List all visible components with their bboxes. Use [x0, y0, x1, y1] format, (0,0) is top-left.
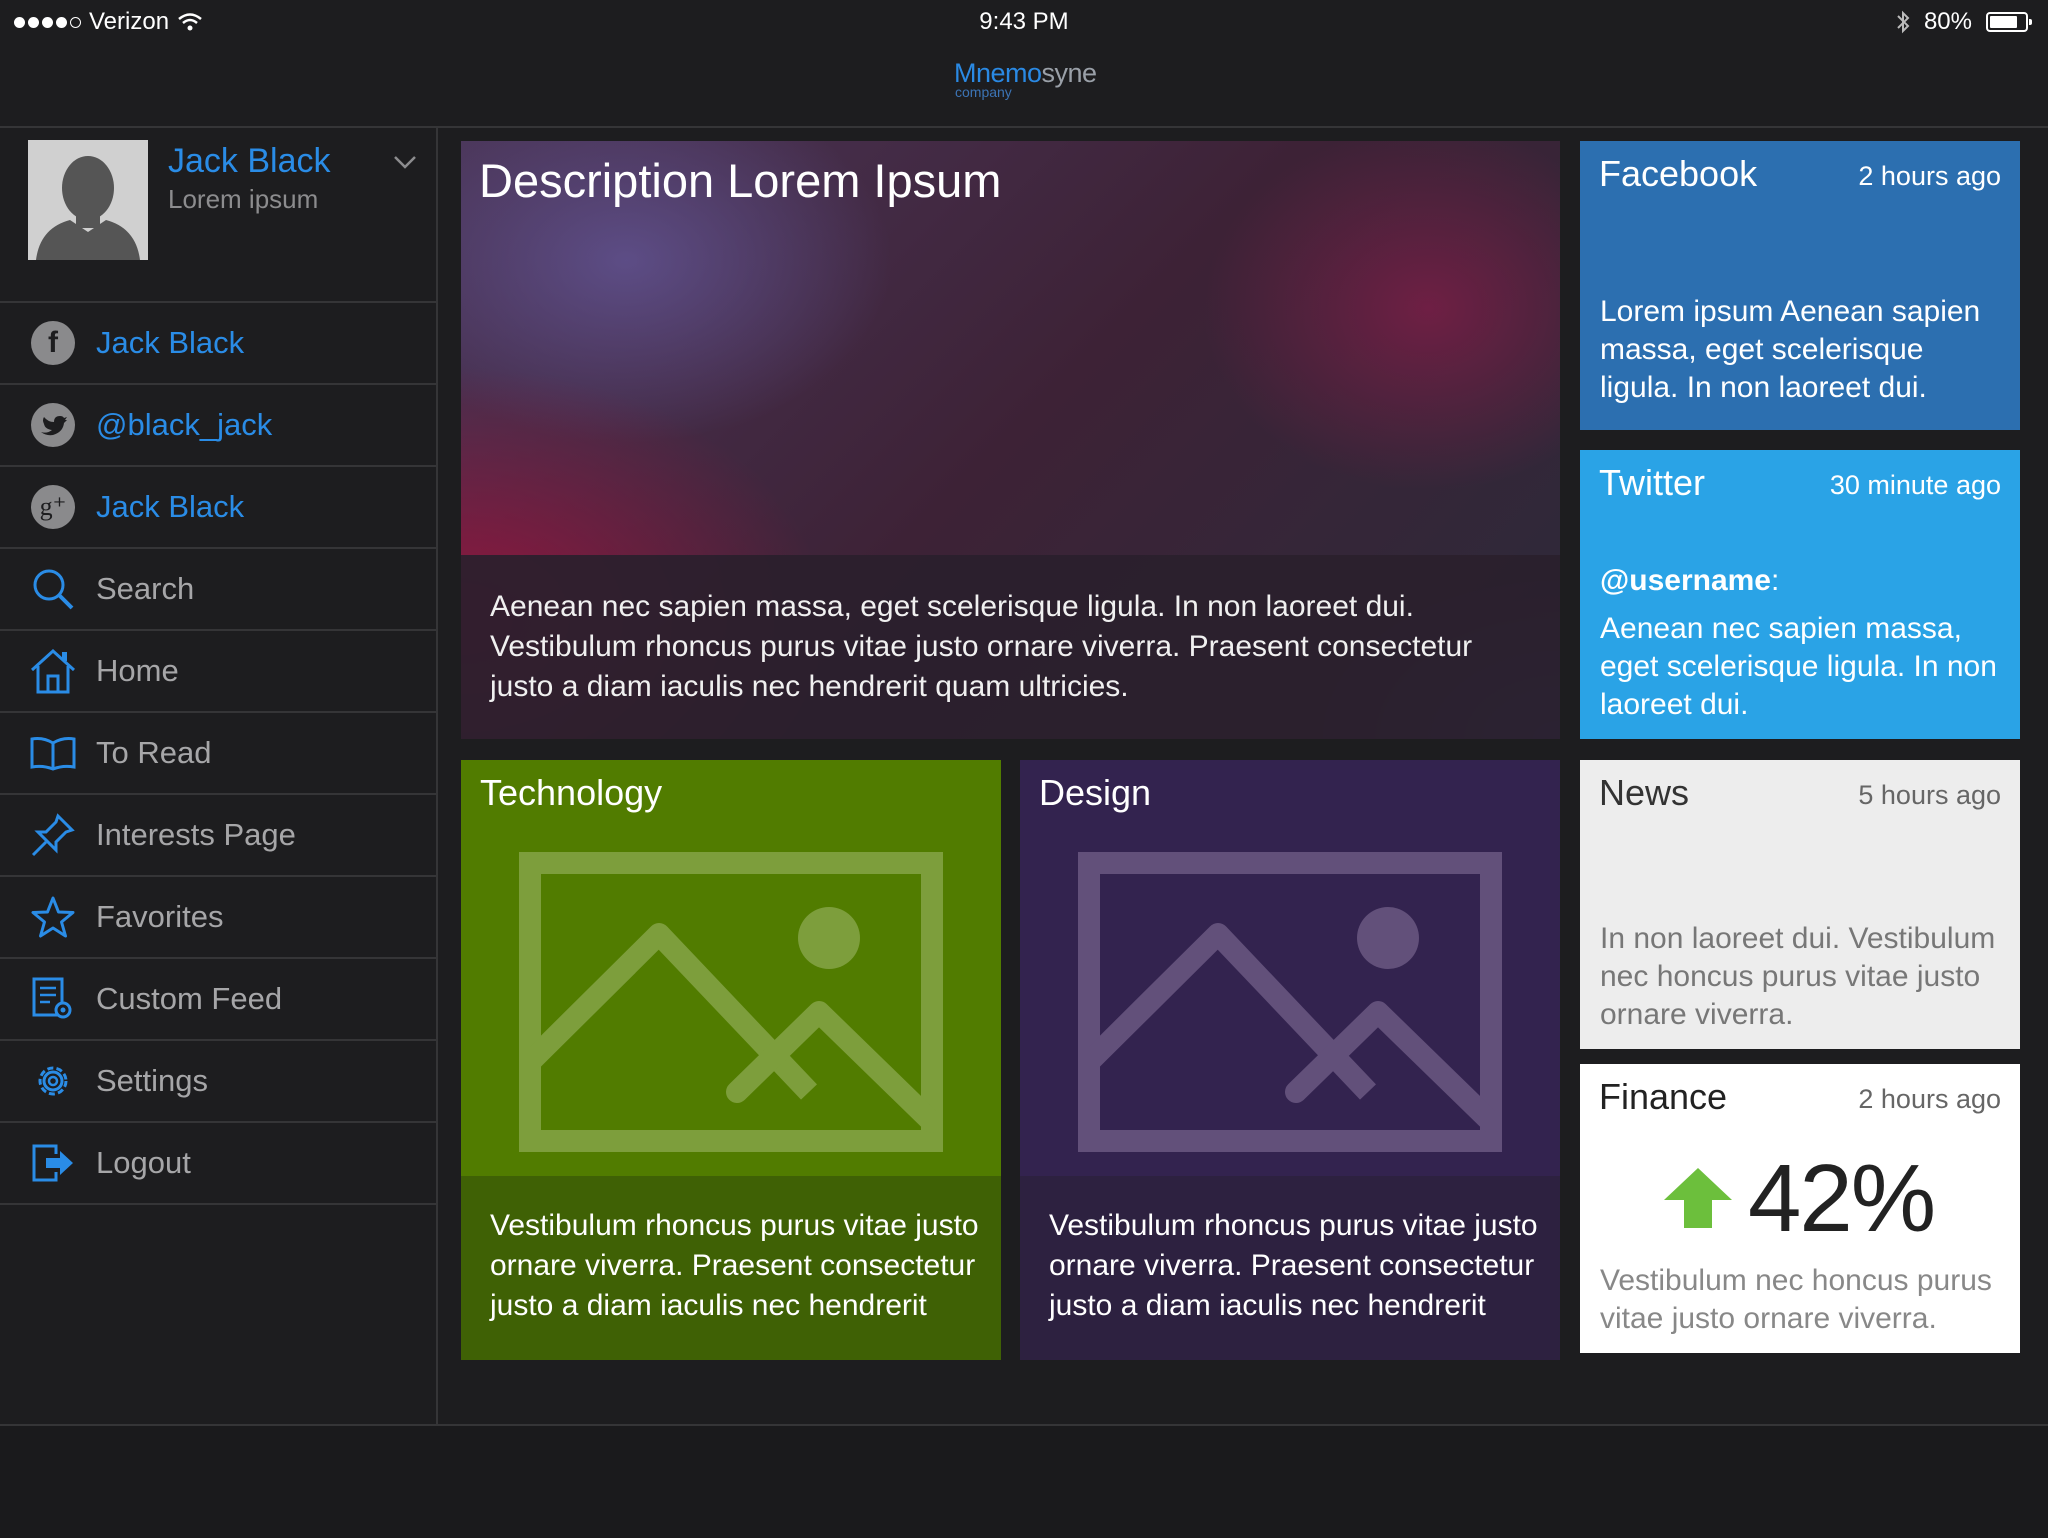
image-placeholder-icon — [1078, 852, 1502, 1152]
design-tile[interactable]: Design Vestibulum rhoncus purus vitae ju… — [1020, 760, 1560, 1360]
card-title: Twitter — [1599, 462, 1706, 503]
feed-settings-icon — [28, 974, 78, 1024]
sidebar-item-label: Interests Page — [96, 817, 296, 852]
card-timestamp: 2 hours ago — [1858, 161, 2001, 191]
finance-card[interactable]: Finance 2 hours ago 42% Vestibulum nec h… — [1580, 1064, 2020, 1353]
sidebar-item-label: Jack Black — [96, 325, 245, 360]
sidebar-item-label: Favorites — [96, 899, 224, 934]
tile-title: Technology — [480, 772, 663, 813]
twitter-card[interactable]: Twitter 30 minute ago @username: Aenean … — [1580, 450, 2020, 739]
card-title: Facebook — [1599, 153, 1758, 194]
app-header: Mnemosyne company — [0, 44, 2048, 128]
hero-card[interactable]: Description Lorem Ipsum Aenean nec sapie… — [461, 141, 1560, 739]
pin-icon — [28, 810, 78, 860]
sidebar-item-favorites[interactable]: Favorites — [0, 877, 436, 959]
hero-description: Aenean nec sapien massa, eget scelerisqu… — [490, 590, 1473, 703]
status-bar: Verizon 9:43 PM 80% — [0, 0, 2048, 44]
battery-icon — [1986, 12, 2032, 32]
google-plus-icon: g⁺ — [28, 482, 78, 532]
sidebar-item-label: @black_jack — [96, 407, 273, 442]
card-text: Lorem ipsum Aenean sapien massa, eget sc… — [1600, 295, 1981, 404]
twitter-username[interactable]: @username — [1600, 564, 1771, 597]
finance-value: 42% — [1748, 1145, 1936, 1252]
card-title: News — [1599, 772, 1690, 813]
search-icon — [28, 564, 78, 614]
sidebar-item-search[interactable]: Search — [0, 549, 436, 631]
hero-title: Description Lorem Ipsum — [479, 154, 1002, 207]
news-card[interactable]: News 5 hours ago In non laoreet dui. Ves… — [1580, 760, 2020, 1049]
tile-title: Design — [1039, 772, 1152, 813]
arrow-up-icon — [1664, 1168, 1732, 1228]
sidebar-item-home[interactable]: Home — [0, 631, 436, 713]
home-icon — [28, 646, 78, 696]
card-text: Vestibulum nec honcus purus vitae justo … — [1600, 1264, 1992, 1335]
sidebar-item-label: Custom Feed — [96, 981, 283, 1016]
star-icon — [28, 892, 78, 942]
card-text: In non laoreet dui. Vestibulum nec honcu… — [1600, 922, 1996, 1031]
tile-description: Vestibulum rhoncus purus vitae justo orn… — [1049, 1209, 1538, 1322]
image-placeholder-icon — [519, 852, 943, 1152]
card-timestamp: 5 hours ago — [1858, 780, 2001, 810]
sidebar-item-label: Home — [96, 653, 179, 688]
technology-tile[interactable]: Technology Vestibulum rhoncus purus vita… — [461, 760, 1001, 1360]
logo-part-2: syne — [1041, 58, 1098, 88]
sidebar-item-label: Settings — [96, 1063, 209, 1098]
sidebar-item-settings[interactable]: Settings — [0, 1041, 436, 1123]
chevron-down-icon[interactable] — [392, 154, 418, 170]
tile-footer: Vestibulum rhoncus purus vitae justo orn… — [1020, 1176, 1560, 1360]
tweet-author[interactable]: @username: — [1600, 562, 2010, 600]
card-title: Finance — [1599, 1076, 1728, 1117]
sidebar: Jack Black Lorem ipsum f Jack Black @bla… — [0, 128, 438, 1424]
sidebar-item-google-plus[interactable]: g⁺ Jack Black — [0, 467, 436, 549]
status-right: 80% — [1896, 8, 2032, 36]
facebook-card[interactable]: Facebook 2 hours ago Lorem ipsum Aenean … — [1580, 141, 2020, 430]
bottom-bar — [0, 1424, 2048, 1538]
sidebar-item-logout[interactable]: Logout — [0, 1123, 436, 1205]
card-text: Aenean nec sapien massa, eget scelerisqu… — [1600, 612, 1997, 721]
avatar-silhouette-icon — [28, 140, 148, 260]
sidebar-item-facebook[interactable]: f Jack Black — [0, 303, 436, 385]
sidebar-item-label: Logout — [96, 1145, 191, 1180]
sidebar-item-custom-feed[interactable]: Custom Feed — [0, 959, 436, 1041]
bluetooth-icon — [1897, 10, 1910, 34]
sidebar-item-twitter[interactable]: @black_jack — [0, 385, 436, 467]
avatar — [28, 140, 148, 260]
battery-percent: 80% — [1923, 8, 1972, 35]
twitter-icon — [28, 400, 78, 450]
tile-footer: Vestibulum rhoncus purus vitae justo orn… — [461, 1176, 1001, 1360]
sidebar-item-to-read[interactable]: To Read — [0, 713, 436, 795]
logout-icon — [28, 1138, 78, 1188]
logo-subtitle: company — [955, 84, 1012, 100]
card-timestamp: 2 hours ago — [1858, 1084, 2001, 1114]
card-timestamp: 30 minute ago — [1829, 470, 2001, 500]
facebook-icon: f — [28, 318, 78, 368]
profile-name: Jack Black — [168, 142, 331, 180]
book-icon — [28, 728, 78, 778]
sidebar-item-label: To Read — [96, 735, 212, 770]
gear-icon — [28, 1056, 78, 1106]
sidebar-item-label: Search — [96, 571, 195, 606]
profile-header[interactable]: Jack Black Lorem ipsum — [0, 128, 436, 303]
sidebar-item-label: Jack Black — [96, 489, 245, 524]
profile-subtitle: Lorem ipsum — [168, 184, 319, 214]
clock: 9:43 PM — [979, 8, 1069, 35]
tile-description: Vestibulum rhoncus purus vitae justo orn… — [490, 1209, 979, 1322]
sidebar-item-interests[interactable]: Interests Page — [0, 795, 436, 877]
hero-description-panel: Aenean nec sapien massa, eget scelerisqu… — [461, 555, 1560, 739]
